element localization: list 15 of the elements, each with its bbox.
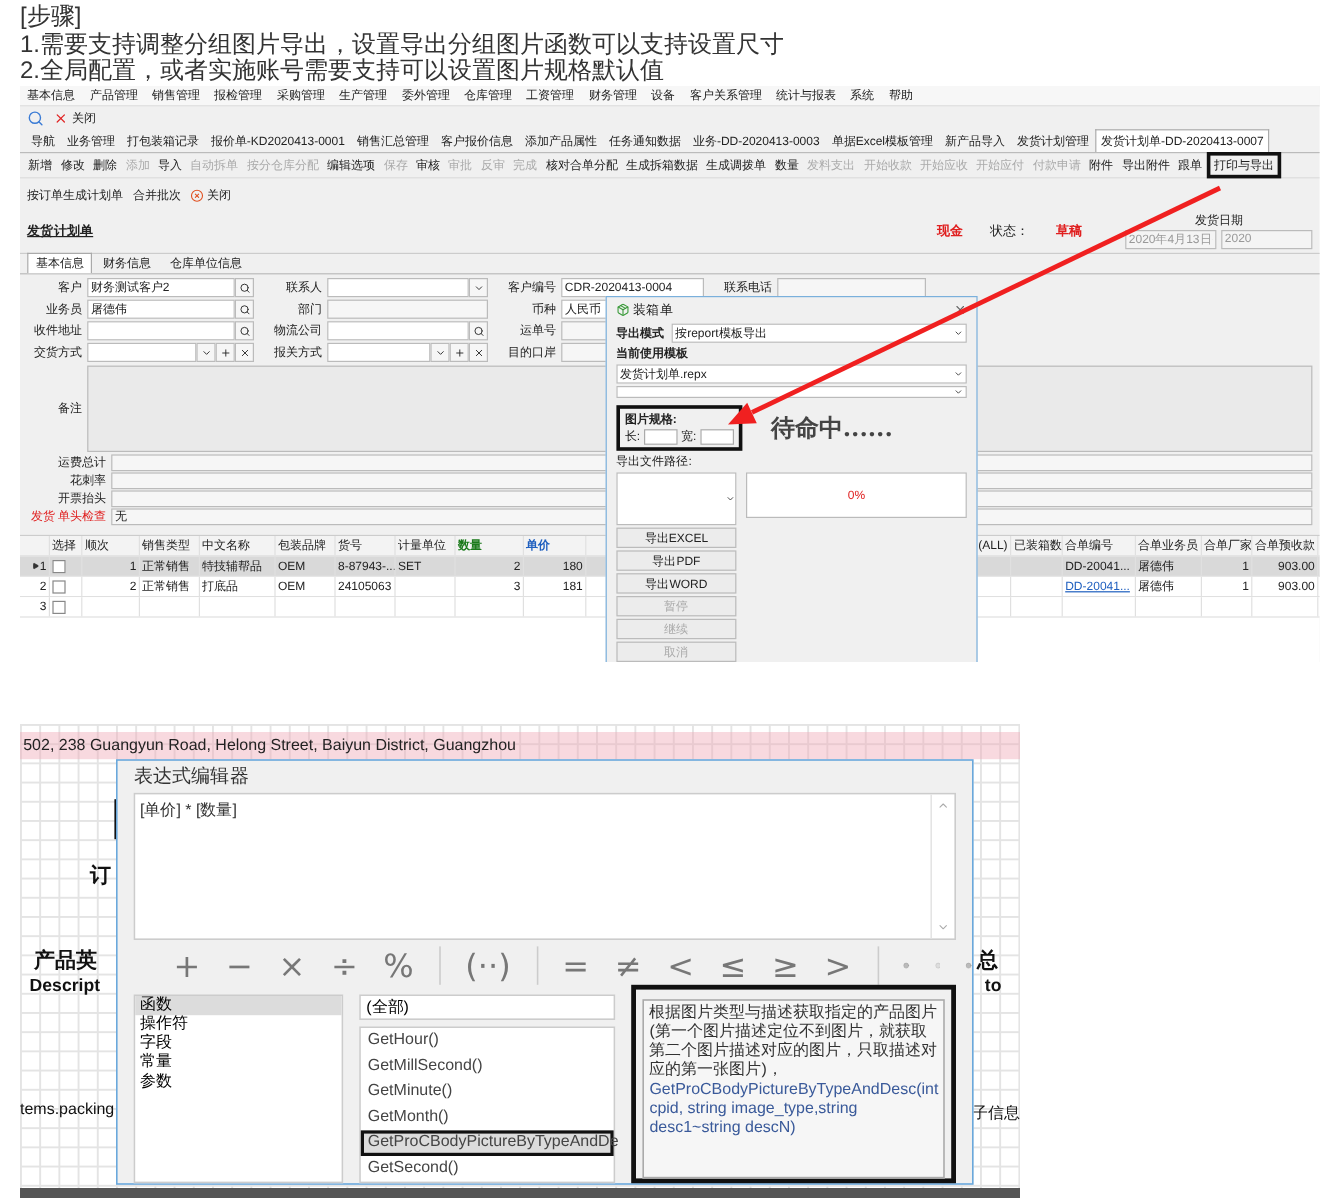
- step-heading: [步骤]: [20, 4, 84, 31]
- report-text: 订: [90, 861, 112, 891]
- report-text: 子信息: [972, 1102, 1020, 1124]
- function-signature: GetProCBodyPictureByTypeAndDesc(int cpid, string image_type,string desc1~string descN): [649, 1080, 939, 1137]
- report-text: 产品英: [34, 946, 97, 976]
- description-text: 根据图片类型与描述获取指定的产品图片(第一个图片描述定位不到图片，就获取第二个图片描述对应的图片，只取描述对应的第一张图片)，: [649, 1004, 938, 1080]
- step-text: 1.需要支持调整分组图片导出，设置导出分组图片函数可以支持设置尺寸: [20, 31, 787, 58]
- dialog-title: 表达式编辑器: [131, 762, 251, 791]
- report-text: Descript: [29, 976, 101, 996]
- status-text: 待命中......: [770, 411, 893, 445]
- report-text: 总: [976, 946, 998, 976]
- report-text: tems.packing: [20, 1101, 115, 1120]
- address-band: 502, 238 Guangyun Road, Helong Street, Baiyun District, Guangzhou: [20, 732, 1020, 760]
- report-text: to: [984, 976, 1002, 996]
- step-text: 2.全局配置，或者实施账号需要支持可以设置图片规格默认值: [20, 58, 667, 85]
